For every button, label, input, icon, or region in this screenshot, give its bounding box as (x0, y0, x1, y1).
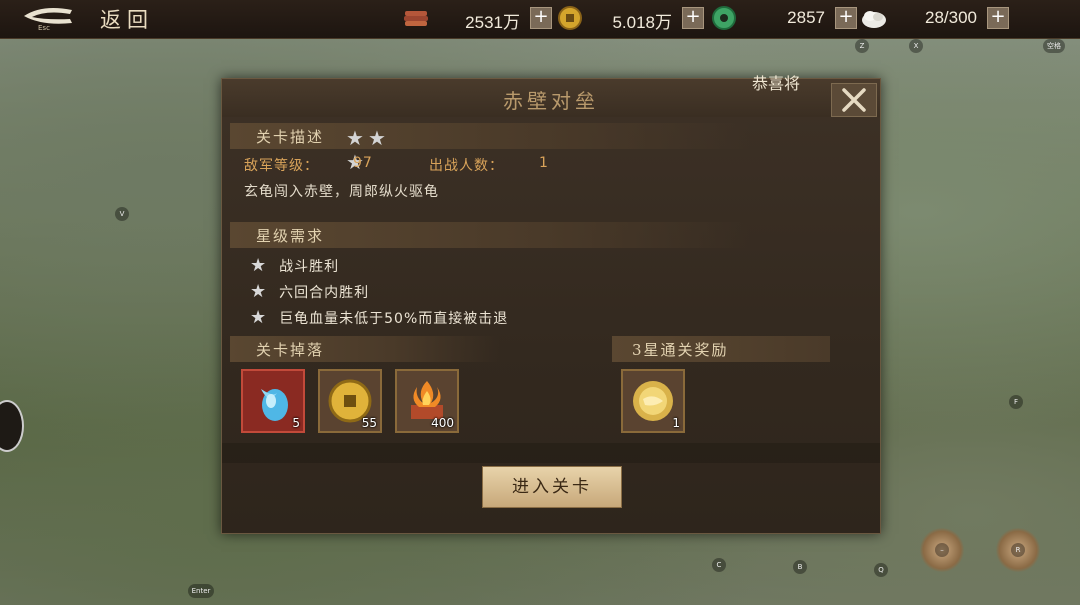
resource-jade: 2857 + (710, 5, 857, 31)
esc-key-hint: Esc (38, 24, 50, 32)
key-hint-space: 空格 (1043, 39, 1065, 53)
requirement-text: 巨龟血量未低于50%而直接被击退 (279, 311, 509, 327)
key-hint-f: F (1009, 395, 1023, 409)
star-icon: ★ (250, 307, 268, 328)
reward-header: 3星通关奖励 (612, 336, 830, 362)
add-copper-button[interactable]: + (530, 7, 552, 29)
troop-count-value: 1 (539, 155, 549, 171)
stage-description: 玄龟闯入赤壁，周郎纵火驱龟 (244, 184, 439, 200)
resource-gold: 5.018万 + (556, 5, 704, 32)
copper-ingot-icon (404, 11, 428, 26)
drop-item[interactable]: 55 (318, 369, 382, 433)
requirement-row: ★ 战斗胜利 (250, 255, 339, 276)
reward-title: 3星通关奖励 (632, 341, 729, 359)
add-jade-button[interactable]: + (835, 7, 857, 29)
congrats-text: 恭喜将 (752, 74, 801, 93)
key-hint-b: B (793, 560, 807, 574)
back-button[interactable] (22, 4, 80, 34)
drop-item[interactable]: 5 (241, 369, 305, 433)
key-hint-z: Z (855, 39, 869, 53)
drop-count: 5 (292, 416, 300, 430)
requirement-row: ★ 巨龟血量未低于50%而直接被击退 (250, 307, 508, 328)
star-icon: ★ (250, 281, 268, 302)
star-req-title: 星级需求 (256, 227, 325, 245)
stage-desc-header: 关卡描述 (230, 123, 750, 149)
key-hint-v: V (115, 207, 129, 221)
copper-value: 2531万 (465, 13, 520, 32)
drop-count: 55 (361, 416, 377, 430)
reward-count: 1 (672, 416, 680, 430)
close-x-icon (842, 88, 866, 112)
divider (222, 443, 880, 463)
requirement-text: 战斗胜利 (279, 259, 340, 275)
reward-item[interactable]: 1 (621, 369, 685, 433)
star-req-header: 星级需求 (230, 222, 750, 248)
stage-dialog: 赤壁对垒 恭喜将 关卡描述 ★ ★ ★ 敌军等级： 97 出战人数： 1 玄龟闯… (221, 74, 881, 534)
resource-copper: 2531万 + (402, 5, 552, 32)
enter-stage-button[interactable]: 进入关卡 (482, 466, 622, 508)
gold-coin-icon (558, 6, 582, 30)
drop-item[interactable]: 400 (395, 369, 459, 433)
key-hint-enter: Enter (188, 584, 214, 598)
drops-header: 关卡掉落 (230, 336, 500, 362)
drop-count: 400 (431, 416, 454, 430)
star-icon: ★ (250, 255, 268, 276)
gold-value: 5.018万 (612, 13, 672, 32)
add-rice-button[interactable]: + (987, 7, 1009, 29)
star-icon: ★ (346, 126, 364, 150)
jade-coin-icon (712, 6, 736, 30)
key-hint-c: C (712, 558, 726, 572)
requirement-row: ★ 六回合内胜利 (250, 281, 369, 302)
drops-title: 关卡掉落 (256, 341, 325, 359)
stage-desc-title: 关卡描述 (256, 128, 325, 146)
key-hint-q: Q (874, 563, 888, 577)
jade-value: 2857 (787, 8, 825, 27)
enemy-level-value: 97 (353, 155, 373, 171)
key-hint-r: R (1011, 543, 1025, 557)
top-bar: Esc 返回 2531万 + 5.018万 + 2857 + 28/300 + (0, 0, 1080, 39)
troop-count-label: 出战人数： (429, 158, 504, 174)
rice-icon (862, 11, 886, 28)
key-hint-minus: – (935, 543, 949, 557)
key-hint-x: X (909, 39, 923, 53)
add-gold-button[interactable]: + (682, 7, 704, 29)
back-arrow-icon (24, 8, 72, 24)
close-button[interactable] (831, 83, 877, 117)
enemy-level-label: 敌军等级： (244, 158, 319, 174)
side-menu-ring[interactable] (0, 400, 24, 452)
star-icon: ★ (368, 126, 386, 150)
back-label[interactable]: 返回 (100, 4, 154, 34)
requirement-text: 六回合内胜利 (279, 285, 370, 301)
rice-value: 28/300 (925, 8, 977, 27)
resource-rice: 28/300 + (860, 5, 1009, 31)
